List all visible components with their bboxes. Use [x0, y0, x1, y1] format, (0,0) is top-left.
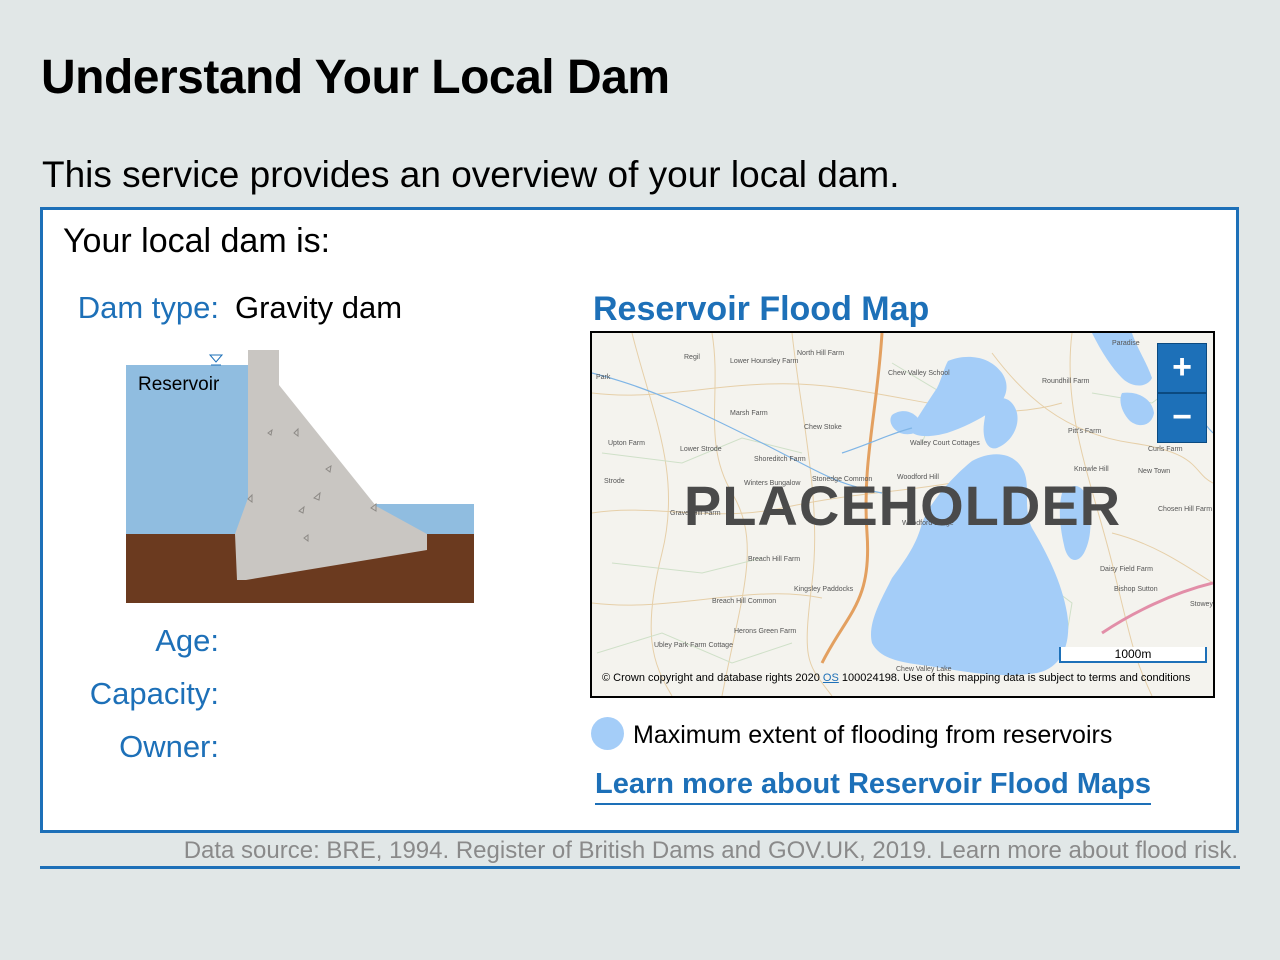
- map-place-label: Stowey: [1190, 601, 1213, 608]
- map-place-label: Walley Court Cottages: [910, 440, 980, 447]
- zoom-out-button[interactable]: −: [1157, 393, 1207, 443]
- age-label: Age:: [155, 623, 219, 658]
- map-place-label: Lower Hounsley Farm: [730, 358, 799, 365]
- map-place-label: North Hill Farm: [797, 350, 844, 357]
- map-place-label: Roundhill Farm: [1042, 378, 1090, 385]
- panel-heading: Your local dam is:: [63, 222, 331, 260]
- map-place-label: Breach Hill Farm: [748, 556, 800, 563]
- map-place-label: Paradise: [1112, 340, 1140, 347]
- legend-text: Maximum extent of flooding from reservoi…: [633, 721, 1113, 749]
- os-link[interactable]: OS: [823, 672, 839, 684]
- map-place-label: Marsh Farm: [730, 410, 768, 417]
- map-place-label: Knowle Hill: [1074, 466, 1109, 473]
- map-attribution: © Crown copyright and database rights 20…: [602, 672, 1190, 684]
- map-place-label: Upton Farm: [608, 440, 645, 447]
- footer-divider: [40, 866, 1240, 869]
- map-place-label: Chew Stoke: [804, 424, 842, 431]
- gravity-dam-diagram: Reservoir: [126, 350, 474, 603]
- map-place-label: Park: [596, 374, 611, 381]
- attribution-prefix: © Crown copyright and database rights 20…: [602, 672, 823, 684]
- map-place-label: Pitt's Farm: [1068, 428, 1101, 435]
- map-place-label: Regil: [684, 354, 700, 361]
- intro-text: This service provides an overview of you…: [42, 154, 900, 195]
- flood-extent-legend-swatch: [591, 717, 624, 750]
- attribution-suffix: 100024198. Use of this mapping data is s…: [838, 672, 1191, 684]
- map-place-label: Breach Hill Common: [712, 598, 776, 605]
- water-level-icon: [208, 354, 224, 366]
- map-place-label: Curls Farm: [1148, 446, 1183, 453]
- zoom-in-button[interactable]: +: [1157, 343, 1207, 393]
- flood-map[interactable]: Regil Lower Hounsley Farm North Hill Farm C…: [590, 331, 1215, 698]
- owner-label: Owner:: [119, 729, 219, 764]
- map-scale-bar: 1000m: [1059, 647, 1207, 663]
- map-place-label: Chew Valley School: [888, 370, 950, 377]
- map-place-label: Ubley Park Farm Cottage: [654, 642, 733, 649]
- map-place-label: Herons Green Farm: [734, 628, 796, 635]
- dam-type-value: Gravity dam: [235, 290, 403, 325]
- learn-more-link[interactable]: Learn more about Reservoir Flood Maps: [595, 768, 1151, 805]
- dam-info-panel: Your local dam is: Dam type: Gravity dam…: [40, 207, 1239, 833]
- map-place-label: Bishop Sutton: [1114, 586, 1158, 593]
- dam-body: [235, 350, 427, 580]
- map-title: Reservoir Flood Map: [593, 290, 930, 328]
- map-place-label: Lower Strode: [680, 446, 722, 453]
- map-placeholder-text: PLACEHOLDER: [683, 474, 1122, 537]
- map-place-label: Shoreditch Farm: [754, 456, 806, 463]
- map-place-label: Daisy Field Farm: [1100, 566, 1153, 573]
- capacity-label: Capacity:: [89, 676, 219, 711]
- data-source-note: Data source: BRE, 1994. Register of Brit…: [183, 837, 1238, 864]
- dam-type-label: Dam type:: [77, 290, 219, 325]
- reservoir-label: Reservoir: [138, 374, 220, 395]
- map-place-label: Kingsley Paddocks: [794, 586, 854, 593]
- page-title: Understand Your Local Dam: [41, 51, 670, 104]
